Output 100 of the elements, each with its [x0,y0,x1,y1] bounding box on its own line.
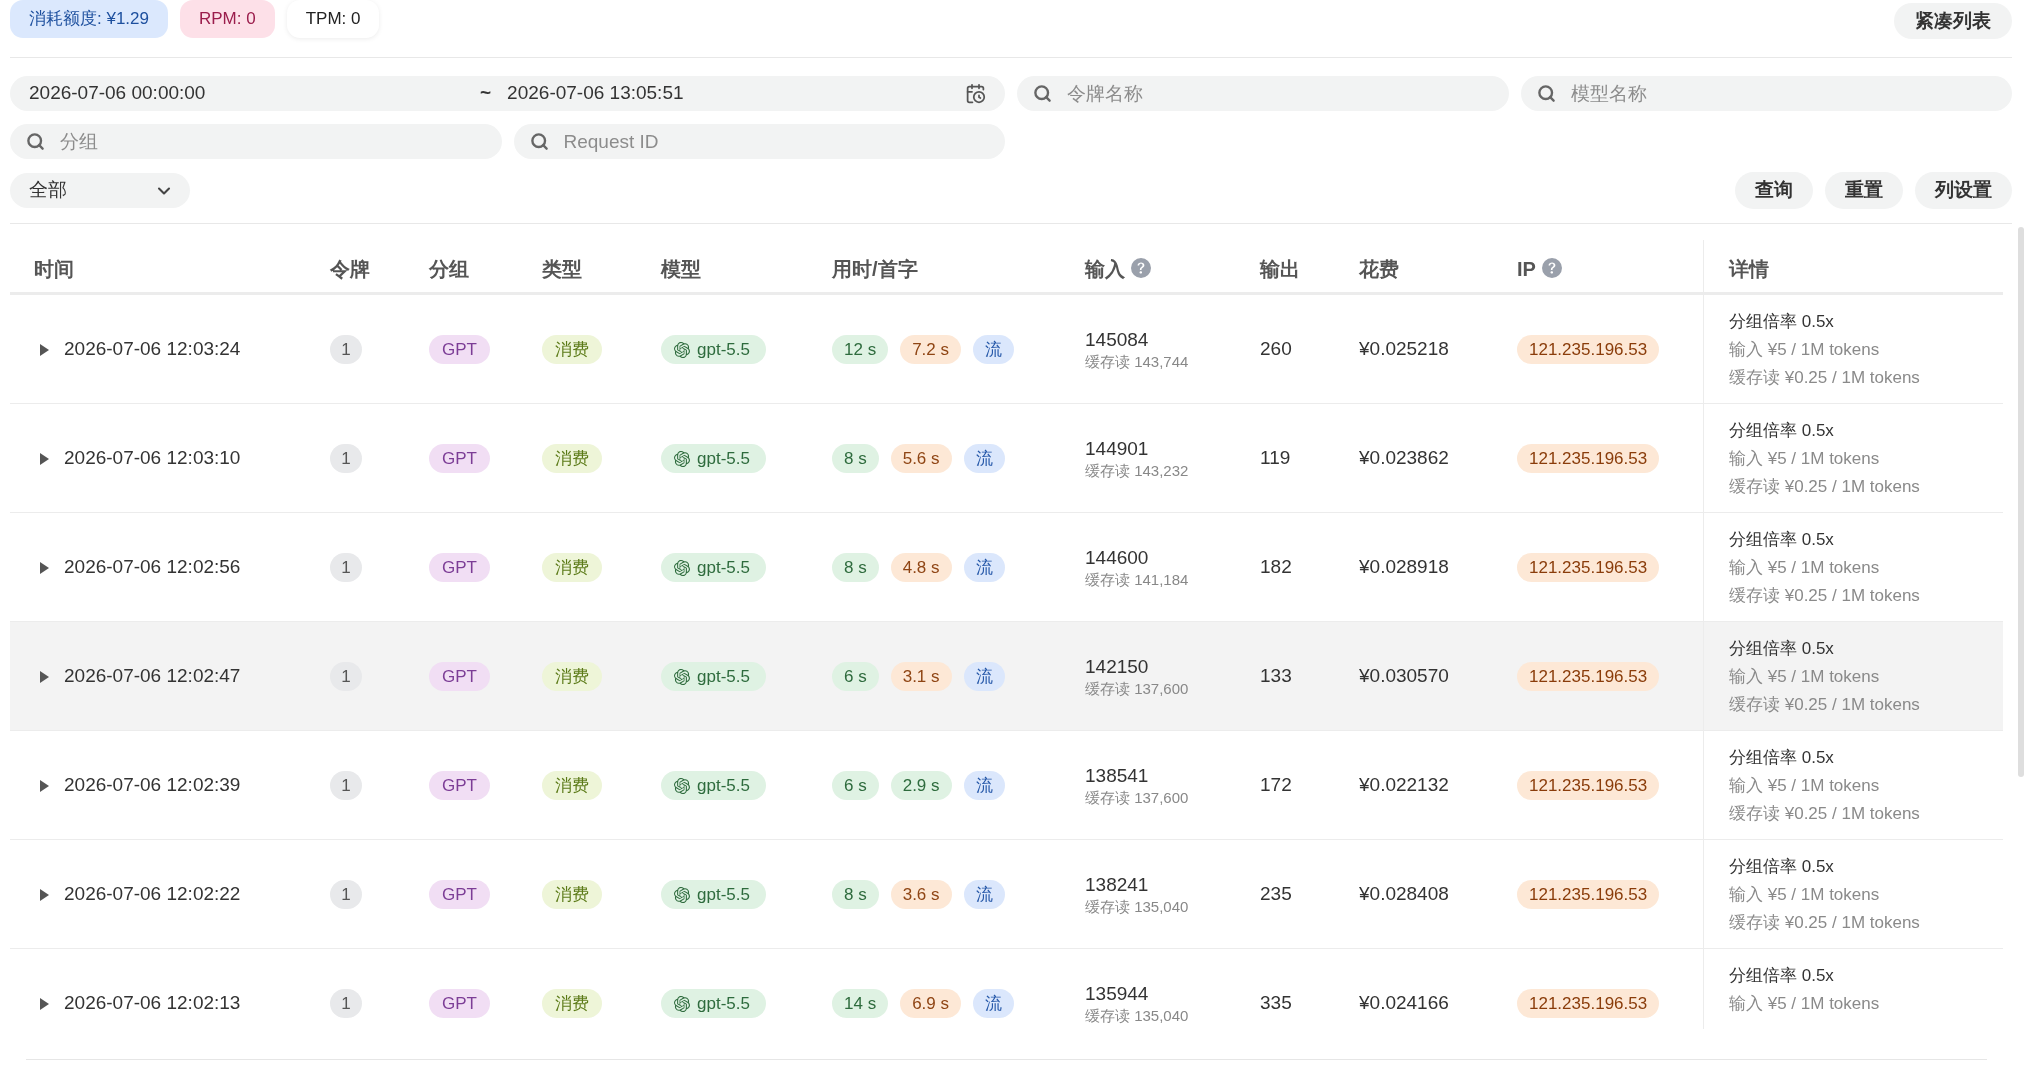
price-line: 缓存读 ¥0.25 / 1M tokens [1729,476,1920,498]
swirl-logo-icon [674,886,690,903]
first-token-badge: 6.9 s [900,989,961,1018]
rpm-badge: RPM: 0 [180,0,275,38]
stream-badge: 流 [963,662,1005,691]
first-token-badge: 7.2 s [900,335,961,364]
model-name: gpt-5.5 [697,883,750,906]
search-input[interactable]: Request ID [513,124,1005,159]
group-ratio: 分组倍率 0.5x [1729,420,1834,442]
column-header: 输出 [1260,257,1300,282]
compact-list-button[interactable]: 紧凑列表 [1894,3,2012,39]
input-tokens: 138241 [1085,872,1150,897]
type-badge: 消费 [542,989,602,1018]
end-date-input[interactable]: 2026-07-06 13:05:51 [507,79,965,108]
type-select[interactable]: 全部 [10,173,190,208]
timestamp: 2026-07-06 12:03:24 [64,337,241,362]
help-icon[interactable] [1541,258,1562,278]
output-tokens: 133 [1260,664,1292,689]
price-line: 缓存读 ¥0.25 / 1M tokens [1729,912,1920,934]
input-tokens: 142150 [1085,654,1150,679]
ip-badge: 121.235.196.53 [1517,553,1660,582]
expand-caret-icon[interactable] [40,561,49,574]
cache-read-tokens: 缓存读 143,232 [1085,460,1190,481]
first-token-badge: 3.6 s [890,880,952,909]
tpm-badge: TPM: 0 [286,0,380,38]
group-badge: GPT [429,444,490,473]
search-input[interactable]: 模型名称 [1520,76,2012,111]
start-date-input[interactable]: 2026-07-06 00:00:00 [29,79,478,108]
search-input[interactable]: 分组 [10,124,502,159]
timestamp: 2026-07-06 12:02:22 [64,882,241,907]
swirl-logo-icon [674,341,690,358]
cost: ¥0.022132 [1359,773,1449,798]
column-header: 花费 [1359,257,1399,282]
scrollbar-thumb[interactable] [2018,227,2024,777]
cost: ¥0.024166 [1359,991,1449,1016]
cost: ¥0.028918 [1359,555,1449,580]
input-tokens: 145084 [1085,327,1150,352]
duration-badge: 8 s [832,444,879,473]
output-tokens: 335 [1260,991,1292,1016]
stream-badge: 流 [973,335,1014,364]
expand-caret-icon[interactable] [40,670,49,683]
action-button[interactable]: 列设置 [1915,172,2012,209]
table-row[interactable]: 2026-07-06 12:02:39 1 GPT 消费 gpt-5.5 6 s 2.9 s 流 138541 缓存读 137,600 172 ¥0.022132 121.235.196.53 分组倍率 0.5x 输入 ¥5 / 1M tokens 缓存读 ¥0.25 / 1M tokens [10,731,2003,840]
model-name: gpt-5.5 [697,665,750,688]
table-row[interactable]: 2026-07-06 12:03:24 1 GPT 消费 gpt-5.5 12 s 7.2 s 流 145084 缓存读 143,744 260 ¥0.025218 121.235.196.53 分组倍率 0.5x 输入 ¥5 / 1M tokens 缓存读 ¥0.25 / 1M tokens [10,295,2003,404]
stream-badge: 流 [963,880,1005,909]
price-line: 输入 ¥5 / 1M tokens [1729,775,1880,797]
token-badge: 1 [330,553,362,582]
column-header: 类型 [542,257,582,282]
group-badge: GPT [429,989,490,1018]
price-line: 输入 ¥5 / 1M tokens [1729,993,1880,1015]
action-button[interactable]: 重置 [1825,172,1903,209]
expand-caret-icon[interactable] [40,343,49,356]
duration-badge: 12 s [832,335,889,364]
model-name: gpt-5.5 [697,774,750,797]
group-ratio: 分组倍率 0.5x [1729,638,1834,660]
ip-badge: 121.235.196.53 [1517,880,1660,909]
type-badge: 消费 [542,662,602,691]
timestamp: 2026-07-06 12:02:56 [64,555,241,580]
expand-caret-icon[interactable] [40,452,49,465]
search-icon [529,132,549,151]
swirl-logo-icon [674,559,690,576]
ip-badge: 121.235.196.53 [1517,662,1660,691]
action-button[interactable]: 查询 [1735,172,1813,209]
input-tokens: 138541 [1085,763,1150,788]
table-row[interactable]: 2026-07-06 12:03:10 1 GPT 消费 gpt-5.5 8 s 5.6 s 流 144901 缓存读 143,232 119 ¥0.023862 121.235.196.53 分组倍率 0.5x 输入 ¥5 / 1M tokens 缓存读 ¥0.25 / 1M tokens [10,404,2003,513]
model-name: gpt-5.5 [697,992,750,1015]
swirl-logo-icon [674,995,690,1012]
type-badge: 消费 [542,335,602,364]
search-icon [1033,84,1052,103]
group-ratio: 分组倍率 0.5x [1729,529,1834,551]
table-row[interactable]: 2026-07-06 12:02:47 1 GPT 消费 gpt-5.5 6 s 3.1 s 流 142150 缓存读 137,600 133 ¥0.030570 121.235.196.53 分组倍率 0.5x 输入 ¥5 / 1M tokens 缓存读 ¥0.25 / 1M tokens [10,622,2003,731]
column-header: 用时/首字 [832,257,918,282]
date-range-picker[interactable]: 2026-07-06 00:00:00 ~ 2026-07-06 13:05:51 [10,76,1005,111]
duration-badge: 6 s [832,771,879,800]
cache-read-tokens: 缓存读 135,040 [1085,896,1190,917]
swirl-logo-icon [674,668,690,685]
token-badge: 1 [330,771,362,800]
expand-caret-icon[interactable] [40,888,49,901]
help-icon[interactable] [1131,258,1151,278]
cost: ¥0.030570 [1359,664,1449,689]
model-name: gpt-5.5 [697,338,750,361]
stream-badge: 流 [963,771,1005,800]
calendar-clock-icon[interactable] [965,83,986,104]
group-ratio: 分组倍率 0.5x [1729,856,1834,878]
token-badge: 1 [330,335,362,364]
search-icon [1536,84,1556,103]
expand-caret-icon[interactable] [40,779,49,792]
column-header: 令牌 [330,257,370,282]
expand-caret-icon[interactable] [40,997,49,1010]
group-ratio: 分组倍率 0.5x [1729,311,1834,333]
stream-badge: 流 [963,553,1005,582]
duration-badge: 6 s [832,662,879,691]
table-row[interactable]: 2026-07-06 12:02:22 1 GPT 消费 gpt-5.5 8 s 3.6 s 流 138241 缓存读 135,040 235 ¥0.028408 121.235.196.53 分组倍率 0.5x 输入 ¥5 / 1M tokens 缓存读 ¥0.25 / 1M tokens [10,840,2003,949]
first-token-badge: 2.9 s [890,771,952,800]
table-row[interactable]: 2026-07-06 12:02:56 1 GPT 消费 gpt-5.5 8 s 4.8 s 流 144600 缓存读 141,184 182 ¥0.028918 121.235.196.53 分组倍率 0.5x 输入 ¥5 / 1M tokens 缓存读 ¥0.25 / 1M tokens [10,513,2003,622]
search-input[interactable]: 令牌名称 [1017,76,1509,111]
group-badge: GPT [429,880,490,909]
type-badge: 消费 [542,553,602,582]
model-name: gpt-5.5 [697,556,750,579]
